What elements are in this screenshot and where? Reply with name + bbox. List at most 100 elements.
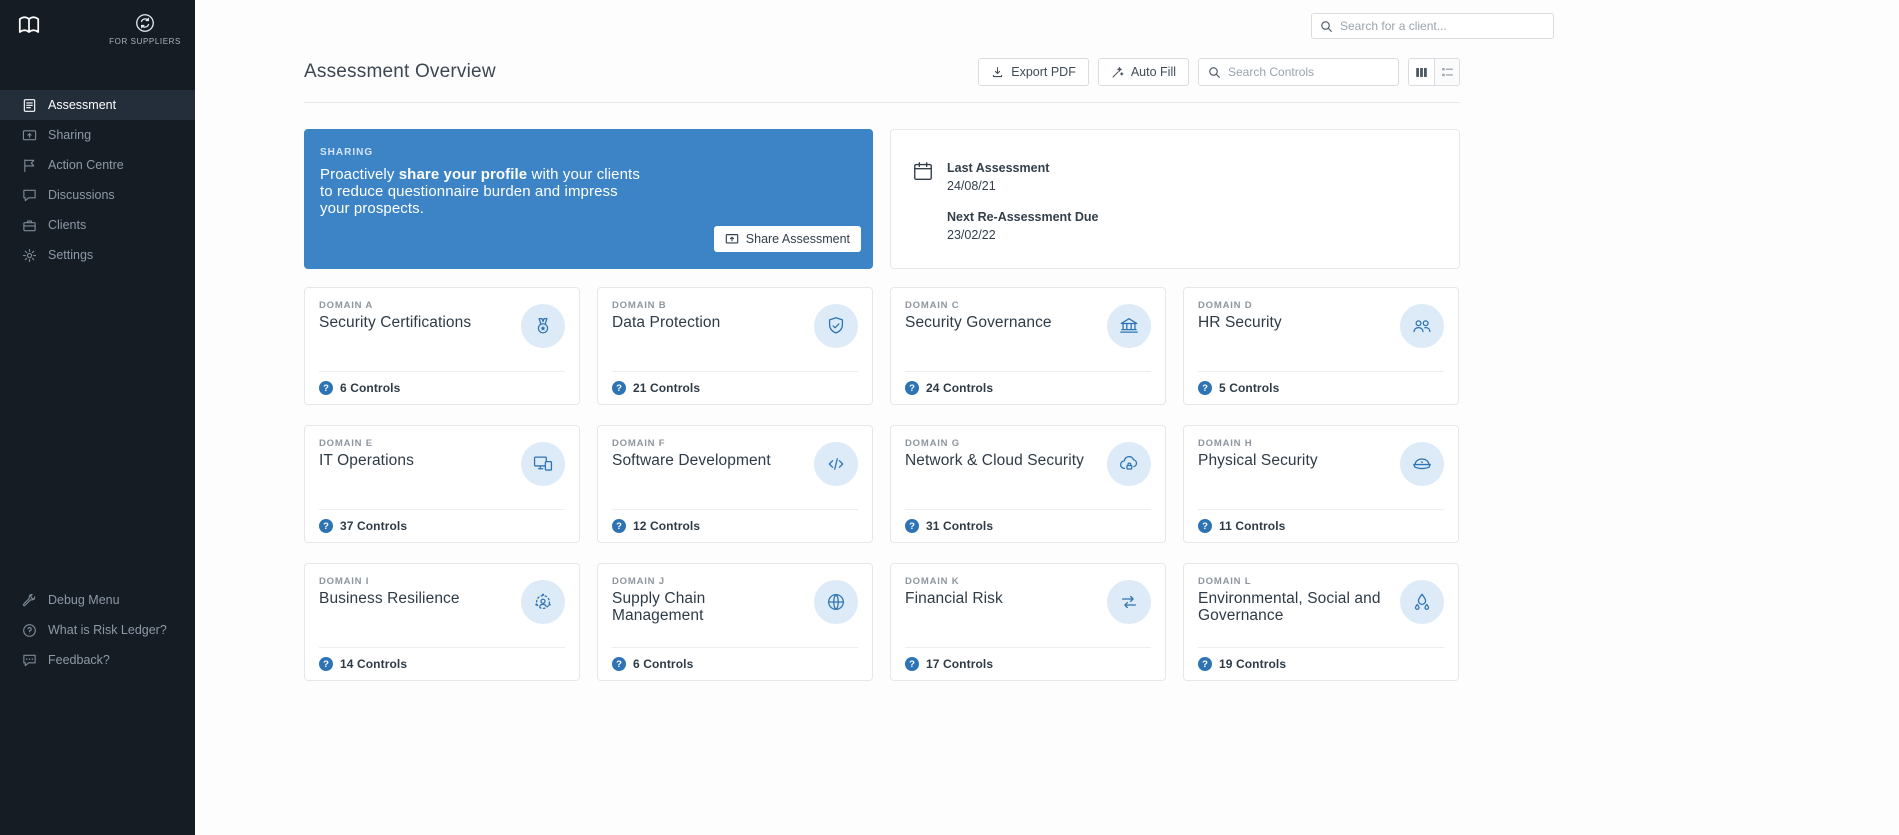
controls-count: 14 Controls [340,657,408,671]
export-pdf-button[interactable]: Export PDF [978,58,1089,86]
domain-card[interactable]: DOMAIN G Network & Cloud Security ? 31 C… [890,425,1166,543]
sidebar-item-feedback[interactable]: Feedback? [0,645,195,675]
grid-view-button[interactable] [1409,59,1434,85]
people-icon [1400,304,1444,348]
domain-label: DOMAIN I [319,576,370,587]
domain-label: DOMAIN K [905,576,960,587]
controls-search[interactable] [1198,58,1399,86]
medal-icon [521,304,565,348]
sidebar-item-label: Action Centre [48,158,124,172]
for-suppliers-label: FOR SUPPLIERS [109,37,181,46]
controls-count: 17 Controls [926,657,994,671]
controls-count: 5 Controls [1219,381,1280,395]
domain-label: DOMAIN G [905,438,960,449]
controls-count: 31 Controls [926,519,994,533]
wrench-icon [22,593,37,608]
sidebar-item-sharing[interactable]: Sharing [0,120,195,150]
banner-text-bold: share your profile [398,166,528,183]
devices-icon [521,442,565,486]
domain-label: DOMAIN F [612,438,666,449]
help-icon: ? [612,657,626,671]
domain-card[interactable]: DOMAIN A Security Certifications ? 6 Con… [304,287,580,405]
domain-card[interactable]: DOMAIN C Security Governance ? 24 Contro… [890,287,1166,405]
role-switcher[interactable]: FOR SUPPLIERS [109,12,181,46]
page-header: Assessment Overview Export PDF Auto Fill [304,58,1460,103]
domain-card[interactable]: DOMAIN J Supply Chain Management ? 6 Con… [597,563,873,681]
domain-card[interactable]: DOMAIN L Environmental, Social and Gover… [1183,563,1459,681]
sidebar-item-label: Feedback? [48,653,110,667]
domain-label: DOMAIN A [319,300,374,311]
help-icon: ? [905,657,919,671]
domain-card[interactable]: DOMAIN B Data Protection ? 21 Controls [597,287,873,405]
banner-text-prefix: Proactively [320,166,399,183]
controls-count: 19 Controls [1219,657,1287,671]
sidebar-item-assessment[interactable]: Assessment [0,90,195,120]
client-search-input[interactable] [1340,19,1545,33]
next-reassessment-label: Next Re-Assessment Due [947,210,1099,224]
domain-title: Business Resilience [319,590,460,607]
domain-card[interactable]: DOMAIN E IT Operations ? 37 Controls [304,425,580,543]
sidebar-item-clients[interactable]: Clients [0,210,195,240]
sidebar: FOR SUPPLIERS Assessment Sharing Action … [0,0,195,835]
sidebar-item-settings[interactable]: Settings [0,240,195,270]
sidebar-nav: Assessment Sharing Action Centre Discuss… [0,90,195,270]
domain-card[interactable]: DOMAIN F Software Development ? 12 Contr… [597,425,873,543]
share-assessment-button[interactable]: Share Assessment [713,226,861,252]
feedback-icon [22,653,37,668]
sharing-banner-text: Proactively share your profile with your… [320,166,650,217]
sidebar-item-label: Discussions [48,188,115,202]
auto-fill-icon [1111,66,1124,79]
auto-fill-button[interactable]: Auto Fill [1097,58,1189,86]
settings-icon [22,248,37,263]
share-screen-icon [725,232,739,246]
controls-count: 21 Controls [633,381,701,395]
calendar-icon [912,160,934,268]
guard-cap-icon [1400,442,1444,486]
orbit-person-icon [521,580,565,624]
export-pdf-label: Export PDF [1011,65,1076,79]
help-icon: ? [319,381,333,395]
download-icon [991,66,1004,79]
view-toggle [1408,58,1460,86]
controls-count: 11 Controls [1219,519,1286,533]
action-centre-icon [22,158,37,173]
domain-title: Security Governance [905,314,1052,331]
sharing-icon [22,128,37,143]
sidebar-item-debug-menu[interactable]: Debug Menu [0,585,195,615]
domain-title: IT Operations [319,452,414,469]
controls-count: 6 Controls [633,657,694,671]
sidebar-item-what-is-risk-ledger[interactable]: What is Risk Ledger? [0,615,195,645]
assessment-dates-card: Last Assessment 24/08/21 Next Re-Assessm… [890,129,1460,269]
controls-search-input[interactable] [1228,65,1389,79]
domain-card[interactable]: DOMAIN H Physical Security ? 11 Controls [1183,425,1459,543]
domain-label: DOMAIN H [1198,438,1253,449]
main-area: Assessment Overview Export PDF Auto Fill [195,0,1899,835]
help-icon: ? [1198,519,1212,533]
sidebar-item-label: Assessment [48,98,117,112]
sidebar-item-discussions[interactable]: Discussions [0,180,195,210]
domain-grid: DOMAIN A Security Certifications ? 6 Con… [304,287,1460,681]
bank-icon [1107,304,1151,348]
help-icon: ? [905,519,919,533]
list-view-button[interactable] [1434,59,1459,85]
controls-count: 24 Controls [926,381,994,395]
sidebar-item-label: Sharing [48,128,92,142]
domain-title: Security Certifications [319,314,472,331]
sidebar-item-action-centre[interactable]: Action Centre [0,150,195,180]
domain-label: DOMAIN L [1198,576,1252,587]
sidebar-footer: Debug Menu What is Risk Ledger? Feedback… [0,585,195,835]
globe-icon [814,580,858,624]
page-title: Assessment Overview [304,61,496,82]
last-assessment-label: Last Assessment [947,161,1050,175]
shield-check-icon [814,304,858,348]
controls-count: 37 Controls [340,519,408,533]
droplets-icon [1400,580,1444,624]
domain-title: Physical Security [1198,452,1318,469]
client-search[interactable] [1311,13,1554,39]
controls-count: 6 Controls [340,381,401,395]
domain-card[interactable]: DOMAIN D HR Security ? 5 Controls [1183,287,1459,405]
sidebar-item-label: Settings [48,248,94,262]
domain-card[interactable]: DOMAIN I Business Resilience ? 14 Contro… [304,563,580,681]
domain-card[interactable]: DOMAIN K Financial Risk ? 17 Controls [890,563,1166,681]
help-icon: ? [905,381,919,395]
